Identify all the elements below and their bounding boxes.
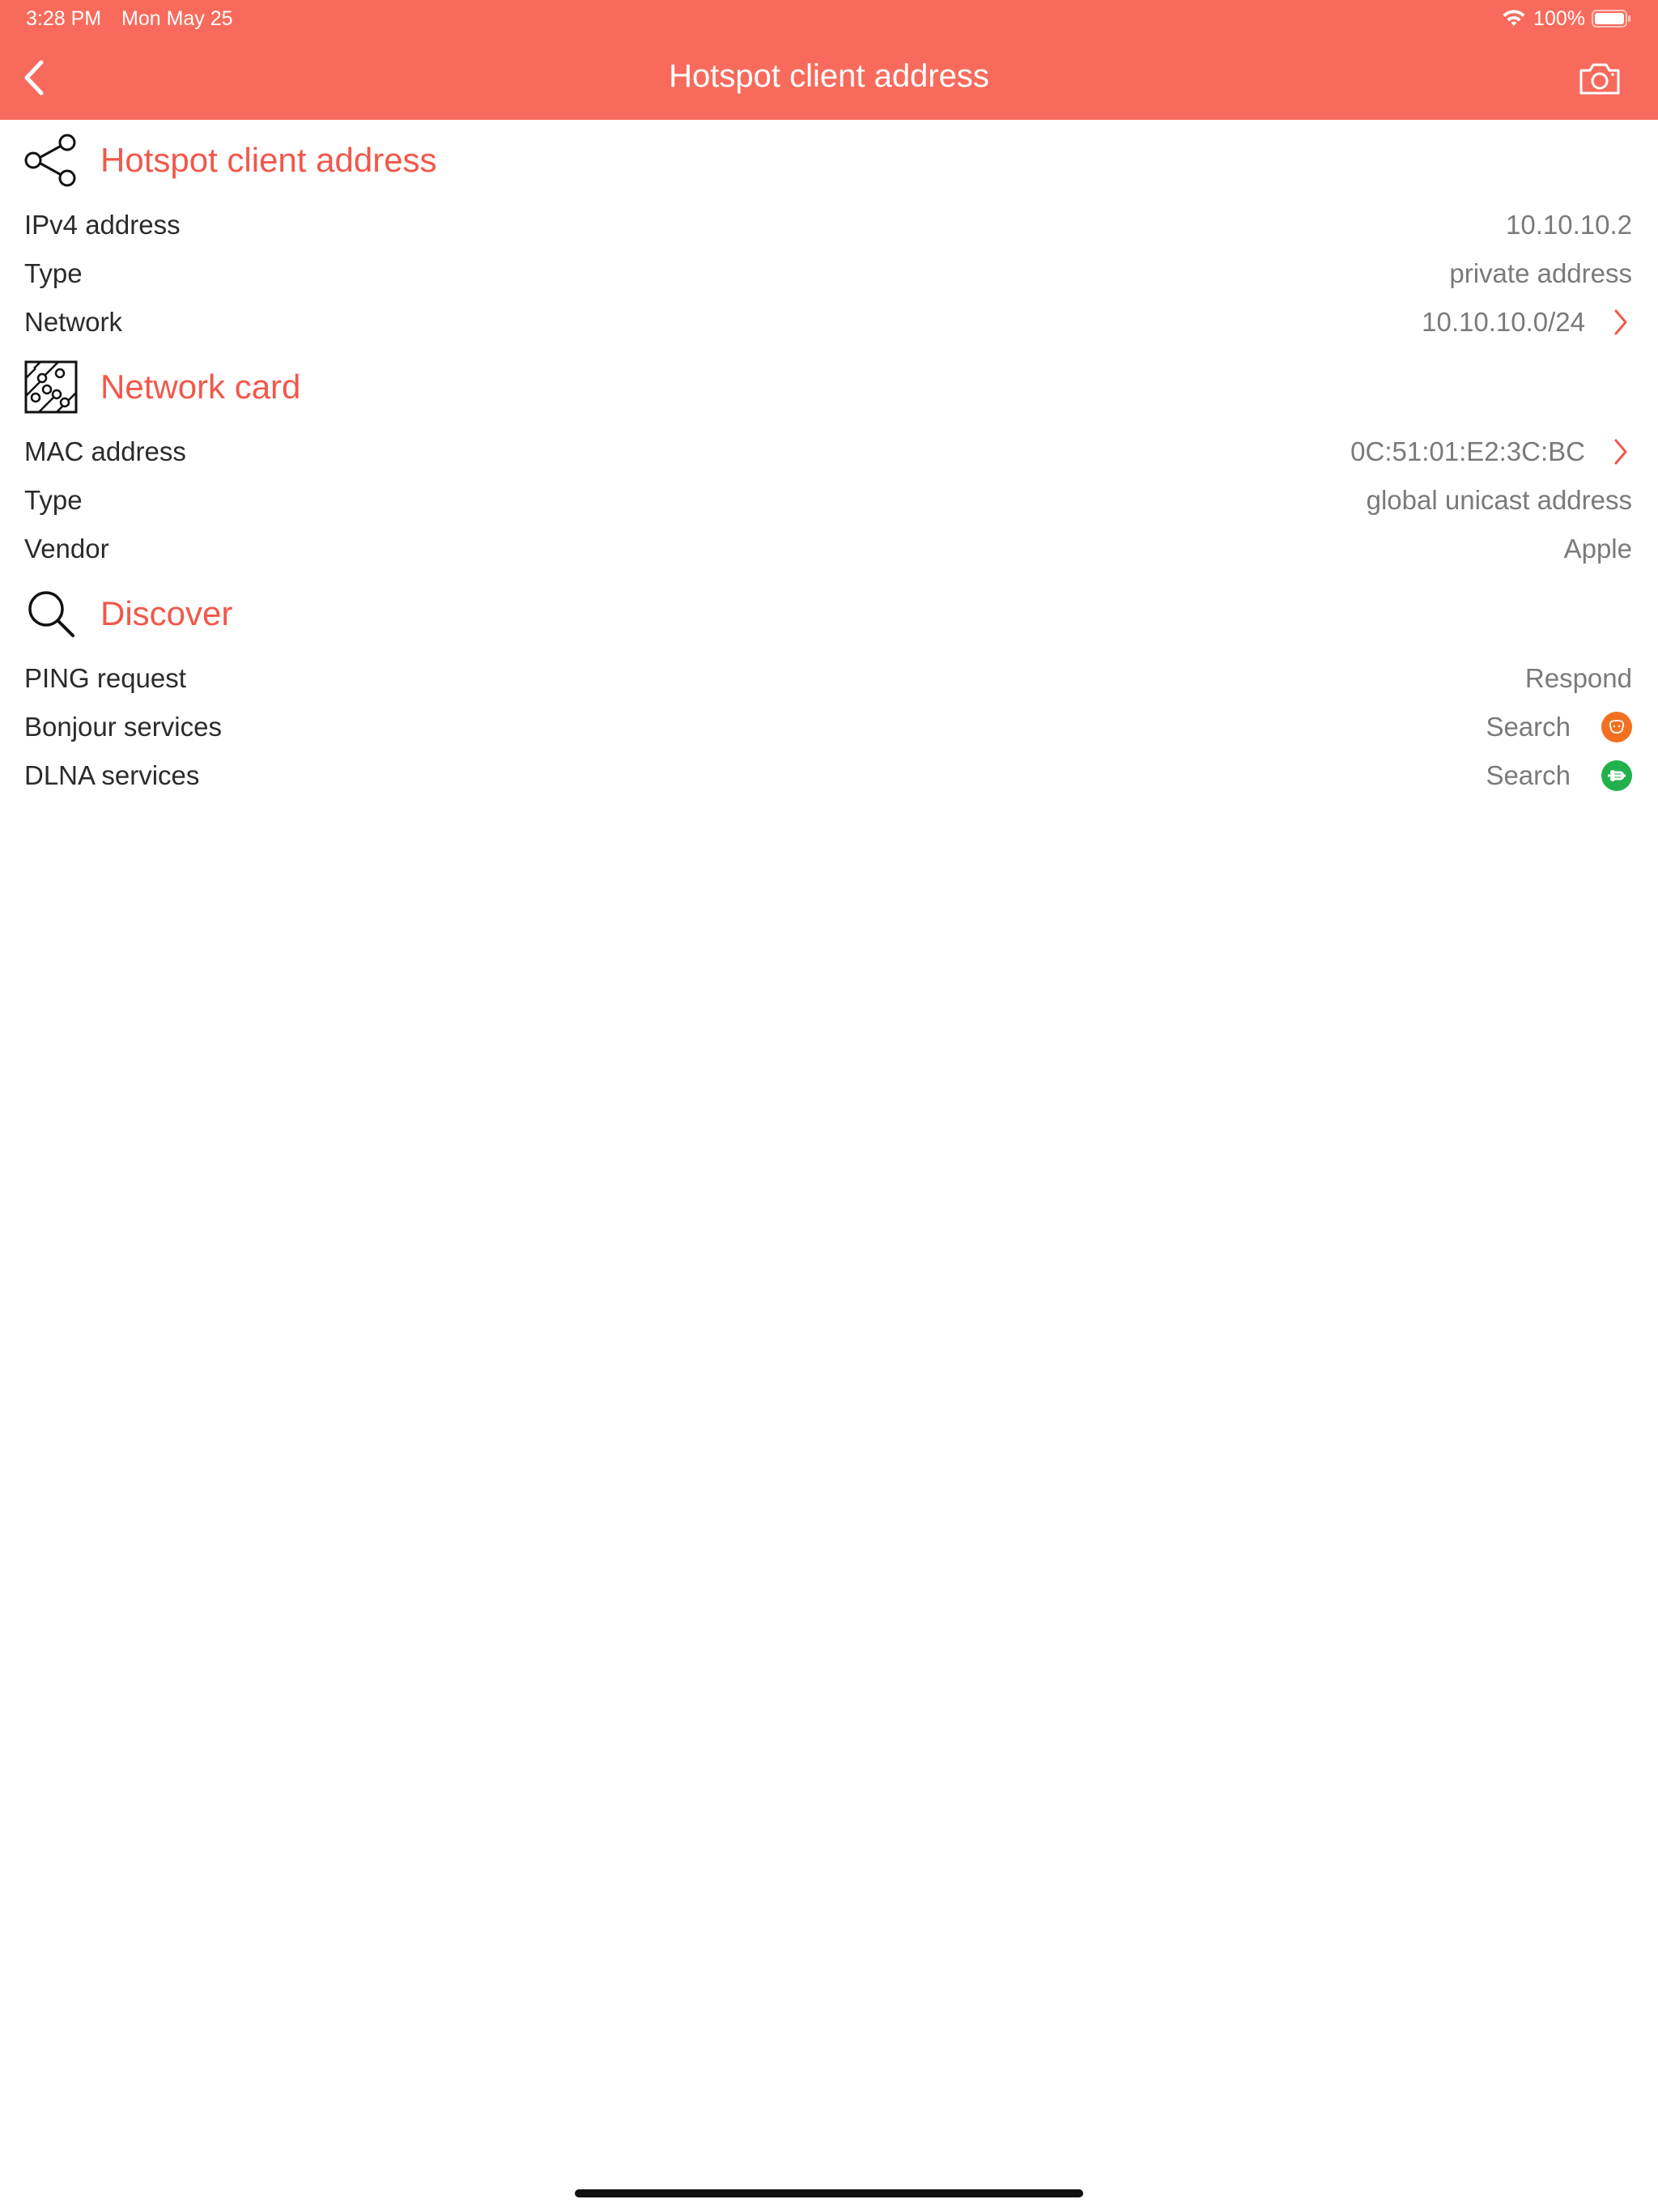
section-header: Network card bbox=[0, 347, 1658, 428]
section-title: Discover bbox=[100, 594, 233, 632]
row-mac-address[interactable]: MAC address 0C:51:01:E2:3C:BC bbox=[0, 428, 1658, 476]
section-title: Hotspot client address bbox=[100, 141, 437, 179]
row-label: IPv4 address bbox=[24, 210, 181, 240]
bonjour-icon bbox=[1601, 712, 1632, 742]
row-value: global unicast address bbox=[1367, 485, 1632, 516]
battery-icon bbox=[1592, 10, 1630, 28]
row-label: Type bbox=[24, 485, 83, 515]
wifi-icon bbox=[1503, 10, 1525, 26]
row-network[interactable]: Network 10.10.10.0/24 bbox=[0, 298, 1658, 347]
mac-value: 0C:51:01:E2:3C:BC bbox=[1350, 436, 1585, 466]
camera-button[interactable] bbox=[1577, 58, 1622, 99]
row-value: Search bbox=[1486, 760, 1632, 791]
row-mac-type: Type global unicast address bbox=[0, 476, 1658, 525]
status-indicators: 100% bbox=[1501, 6, 1632, 31]
ping-status: Respond bbox=[1524, 663, 1632, 693]
battery-percent: 100% bbox=[1533, 6, 1585, 30]
dlna-icon bbox=[1601, 760, 1632, 791]
vendor-value: Apple bbox=[1563, 534, 1632, 564]
page-title: Hotspot client address bbox=[669, 58, 989, 94]
mac-type-value: global unicast address bbox=[1366, 485, 1632, 515]
share-nodes-icon bbox=[23, 132, 79, 189]
row-value: 0C:51:01:E2:3C:BC bbox=[1350, 436, 1632, 467]
section-network-card: Network card MAC address 0C:51:01:E2:3C:… bbox=[0, 347, 1658, 573]
section-header: Discover bbox=[0, 573, 1658, 654]
row-ping-request[interactable]: PING request Respond bbox=[0, 654, 1658, 703]
row-ipv4-address: IPv4 address 10.10.10.2 bbox=[0, 201, 1658, 249]
row-value: 10.10.10.0/24 bbox=[1422, 307, 1632, 338]
chevron-right-icon bbox=[1614, 309, 1627, 335]
header: 3:28 PM Mon May 25 100% Hotspot client a… bbox=[0, 0, 1658, 120]
row-label: Bonjour services bbox=[24, 712, 222, 742]
search-icon bbox=[23, 585, 79, 642]
row-label: MAC address bbox=[24, 436, 186, 466]
row-dlna-services[interactable]: DLNA services Search bbox=[0, 751, 1658, 800]
section-header: Hotspot client address bbox=[0, 120, 1658, 201]
section-client-address: Hotspot client address IPv4 address 10.1… bbox=[0, 120, 1658, 347]
row-label: DLNA services bbox=[24, 760, 200, 790]
row-label: Network bbox=[24, 307, 123, 337]
content: Hotspot client address IPv4 address 10.1… bbox=[0, 120, 1658, 800]
status-time: 3:28 PM bbox=[26, 7, 102, 30]
row-value: Apple bbox=[1564, 534, 1632, 564]
status-bar: 3:28 PM Mon May 25 100% bbox=[0, 0, 1658, 39]
section-title: Network card bbox=[100, 368, 301, 406]
navigation-bar: Hotspot client address bbox=[0, 39, 1658, 120]
row-value: private address bbox=[1449, 258, 1632, 289]
ipv4-value: 10.10.10.2 bbox=[1506, 210, 1632, 240]
camera-icon bbox=[1579, 63, 1620, 95]
row-label: Vendor bbox=[24, 534, 109, 564]
circuit-board-icon bbox=[23, 359, 79, 415]
app-root: 3:28 PM Mon May 25 100% Hotspot client a… bbox=[0, 0, 1658, 2212]
row-label: Type bbox=[24, 258, 83, 288]
row-value: 10.10.10.2 bbox=[1506, 210, 1632, 240]
home-indicator[interactable] bbox=[575, 2189, 1083, 2197]
network-value: 10.10.10.0/24 bbox=[1422, 307, 1585, 337]
status-date: Mon May 25 bbox=[121, 7, 233, 30]
chevron-right-icon bbox=[1614, 439, 1627, 465]
section-discover: Discover PING request Respond Bonjour se… bbox=[0, 573, 1658, 800]
row-label: PING request bbox=[24, 663, 186, 693]
row-value: Respond bbox=[1525, 663, 1632, 694]
dlna-search: Search bbox=[1486, 760, 1571, 790]
row-bonjour-services[interactable]: Bonjour services Search bbox=[0, 703, 1658, 751]
row-value: Search bbox=[1486, 712, 1632, 742]
row-address-type: Type private address bbox=[0, 249, 1658, 298]
bonjour-search: Search bbox=[1486, 712, 1571, 742]
row-vendor: Vendor Apple bbox=[0, 525, 1658, 573]
type-value: private address bbox=[1449, 258, 1632, 288]
